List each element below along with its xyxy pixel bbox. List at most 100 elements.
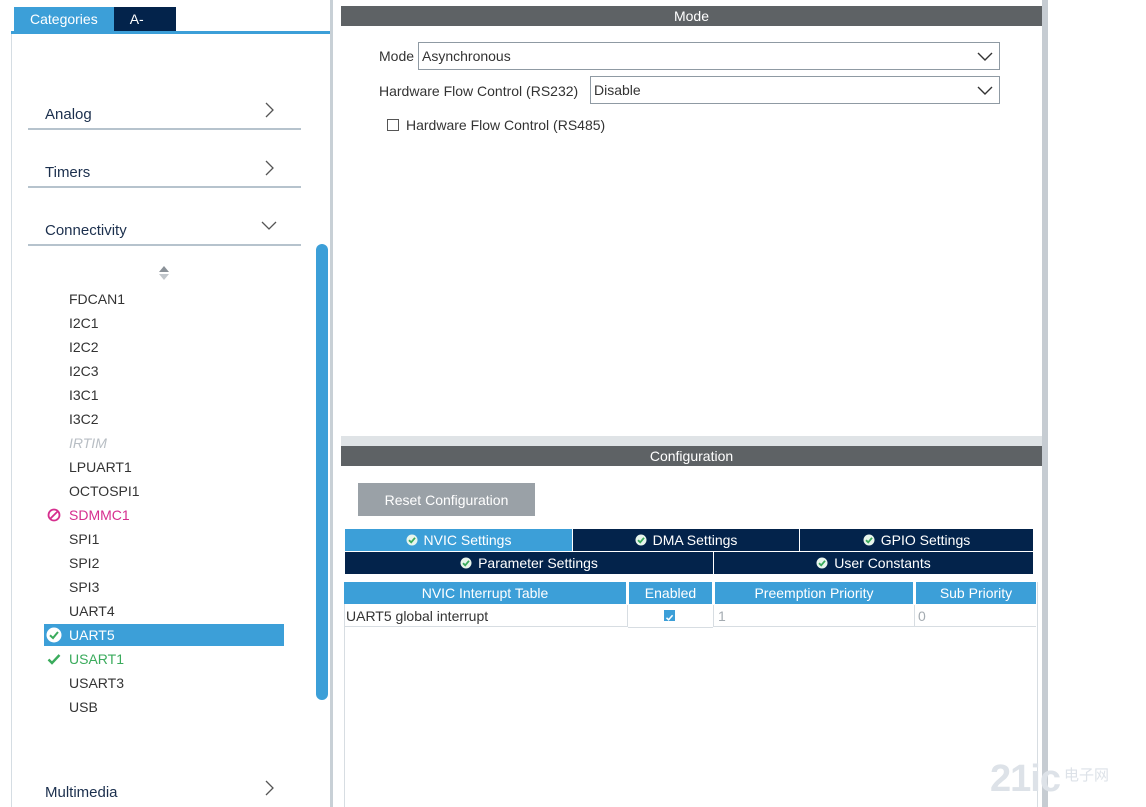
tab-parameter-settings[interactable]: Parameter Settings (345, 552, 713, 574)
peripheral-item[interactable]: USART3 (44, 672, 284, 694)
tab-label: User Constants (834, 555, 931, 571)
category-connectivity[interactable]: Connectivity (28, 204, 301, 246)
peripheral-label: I2C3 (69, 363, 99, 379)
peripheral-item[interactable]: LPUART1 (44, 456, 284, 478)
peripheral-item[interactable]: IRTIM (44, 432, 284, 454)
column-header-interrupt[interactable]: NVIC Interrupt Table (344, 582, 626, 604)
checkmark-icon (47, 654, 61, 665)
peripheral-label: FDCAN1 (69, 291, 126, 307)
tab-a-to-z[interactable]: A->Z (113, 7, 176, 51)
watermark-logo-sub: 电子网 (1064, 767, 1110, 784)
watermark-logo: 21ic (990, 758, 1061, 800)
peripheral-item[interactable]: I2C2 (44, 336, 284, 358)
peripheral-label: UART5 (69, 627, 115, 643)
peripheral-label: SPI2 (69, 555, 100, 571)
tab-nvic-settings[interactable]: NVIC Settings (345, 529, 572, 551)
peripheral-label: LPUART1 (69, 459, 132, 475)
check-circle-icon (46, 627, 62, 643)
configuration-section-header: Configuration (341, 446, 1042, 466)
hwfc-rs232-label: Hardware Flow Control (RS232) (379, 83, 579, 99)
interrupt-name-cell: UART5 global interrupt (344, 605, 627, 627)
left-scrollbar-thumb[interactable] (316, 244, 328, 700)
mode-select-value: Asynchronous (422, 48, 511, 64)
peripheral-item[interactable]: I2C3 (44, 360, 284, 382)
tab-underline (11, 31, 330, 34)
tab-dma-settings[interactable]: DMA Settings (573, 529, 799, 551)
column-header-sub-priority[interactable]: Sub Priority (916, 582, 1036, 604)
peripheral-label: SDMMC1 (69, 507, 130, 523)
peripheral-label: USB (69, 699, 98, 715)
peripheral-item[interactable]: SPI2 (44, 552, 284, 574)
tab-categories[interactable]: Categories (14, 7, 114, 31)
category-analog[interactable]: Analog (28, 88, 301, 130)
mode-section-header: Mode (341, 6, 1042, 26)
peripheral-label: USART1 (69, 651, 124, 667)
hwfc-rs485-label: Hardware Flow Control (RS485) (406, 117, 606, 133)
sort-icon[interactable] (157, 264, 171, 282)
error-circle-icon (47, 508, 61, 522)
chevron-right-icon (265, 102, 274, 118)
peripheral-label: UART4 (69, 603, 115, 619)
horizontal-splitter[interactable] (341, 436, 1042, 446)
sub-priority-cell[interactable]: 0 (915, 605, 1036, 627)
peripheral-item[interactable]: UART5 (44, 624, 284, 646)
check-circle-icon (460, 557, 472, 569)
preemption-priority-cell[interactable]: 1 (714, 605, 914, 627)
checkmark-icon (665, 614, 674, 621)
peripheral-label: I2C1 (69, 315, 99, 331)
column-header-enabled[interactable]: Enabled (629, 582, 712, 604)
category-label: Connectivity (45, 222, 127, 239)
check-circle-icon (863, 534, 875, 546)
check-circle-icon (635, 534, 647, 546)
peripheral-item[interactable]: SDMMC1 (44, 504, 284, 526)
peripheral-item[interactable]: I3C1 (44, 384, 284, 406)
right-panel-border (1042, 0, 1048, 807)
peripheral-item[interactable]: I3C2 (44, 408, 284, 430)
category-label: Analog (45, 106, 92, 123)
category-multimedia[interactable]: Multimedia (28, 766, 301, 806)
peripheral-label: OCTOSPI1 (69, 483, 140, 499)
chevron-right-icon (265, 160, 274, 176)
hwfc-rs232-select[interactable]: Disable (590, 76, 1000, 104)
hwfc-rs232-value: Disable (594, 82, 641, 98)
tab-label: NVIC Settings (423, 532, 512, 548)
tab-user-constants[interactable]: User Constants (714, 552, 1033, 574)
check-circle-icon (816, 557, 828, 569)
peripheral-label: IRTIM (69, 435, 107, 451)
peripheral-label: I3C2 (69, 411, 99, 427)
left-tab-bar: Categories A->Z (14, 7, 176, 51)
category-timers[interactable]: Timers (28, 146, 301, 188)
splitter-left[interactable] (330, 0, 333, 807)
tab-label: GPIO Settings (880, 532, 971, 548)
chevron-down-icon (977, 86, 993, 95)
category-label: Timers (45, 164, 91, 181)
left-frame-border (11, 34, 12, 807)
tab-gpio-settings[interactable]: GPIO Settings (800, 529, 1033, 551)
reset-configuration-button[interactable]: Reset Configuration (358, 483, 535, 516)
peripheral-label: I2C2 (69, 339, 99, 355)
peripheral-item[interactable]: USB (44, 696, 284, 718)
peripheral-item[interactable]: USART1 (44, 648, 284, 670)
peripheral-item[interactable]: OCTOSPI1 (44, 480, 284, 502)
peripheral-item[interactable]: I2C1 (44, 312, 284, 334)
column-header-preemption[interactable]: Preemption Priority (715, 582, 913, 604)
left-panel: Categories A->Z Analog Timers Connectivi… (0, 0, 333, 807)
mode-label: Mode (379, 48, 415, 64)
category-label: Multimedia (45, 784, 118, 801)
check-circle-icon (406, 534, 418, 546)
peripheral-item[interactable]: FDCAN1 (44, 288, 284, 310)
mode-select[interactable]: Asynchronous (418, 42, 1000, 70)
enabled-checkbox[interactable] (664, 610, 675, 621)
tab-label: Parameter Settings (478, 555, 598, 571)
tab-label: DMA Settings (652, 532, 738, 548)
peripheral-label: I3C1 (69, 387, 99, 403)
chevron-down-icon (261, 221, 277, 230)
peripheral-item[interactable]: SPI1 (44, 528, 284, 550)
peripheral-item[interactable]: UART4 (44, 600, 284, 622)
peripheral-item[interactable]: SPI3 (44, 576, 284, 598)
peripheral-label: SPI3 (69, 579, 100, 595)
peripheral-label: USART3 (69, 675, 124, 691)
peripheral-label: SPI1 (69, 531, 100, 547)
chevron-down-icon (977, 52, 993, 61)
hwfc-rs485-checkbox[interactable] (387, 119, 399, 131)
